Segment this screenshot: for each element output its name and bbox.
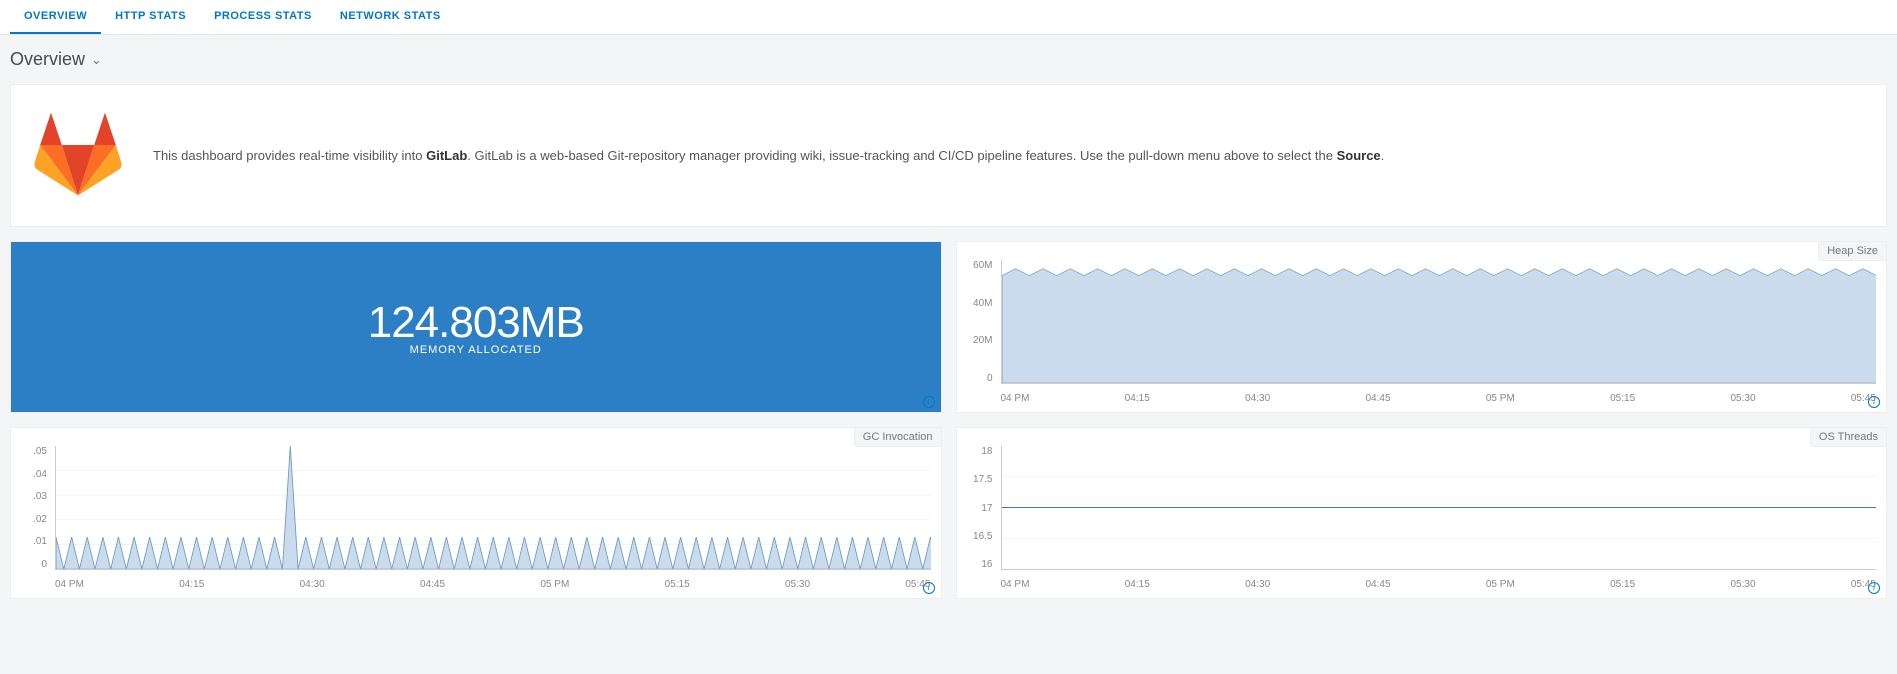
info-bold1: GitLab	[426, 148, 467, 163]
info-icon[interactable]: i	[1868, 396, 1880, 408]
info-icon[interactable]: i	[923, 396, 935, 408]
tab-bar: OVERVIEW HTTP STATS PROCESS STATS NETWOR…	[0, 0, 1897, 35]
x-axis: 04 PM04:1504:3004:4505 PM05:1505:3005:45	[1001, 579, 1877, 590]
info-card: This dashboard provides real-time visibi…	[10, 84, 1887, 227]
memory-allocated-value: 124.803MB	[368, 298, 584, 348]
gc-invocation-chart[interactable]: .05.04.03.02.010 04 PM04:1504:3004:4505 …	[11, 428, 941, 598]
plot-area	[55, 446, 931, 570]
tab-process-stats[interactable]: PROCESS STATS	[200, 0, 326, 34]
x-axis: 04 PM04:1504:3004:4505 PM05:1505:3005:45	[55, 579, 931, 590]
page-title-row: Overview ⌄	[0, 35, 1897, 84]
os-threads-chart[interactable]: 1817.51716.516 04 PM04:1504:3004:4505 PM…	[957, 428, 1887, 598]
y-axis: 60M40M20M0	[957, 260, 997, 384]
info-pre: This dashboard provides real-time visibi…	[153, 148, 426, 163]
info-bold2: Source	[1337, 148, 1381, 163]
info-icon[interactable]: i	[923, 582, 935, 594]
y-axis: .05.04.03.02.010	[11, 446, 51, 570]
chevron-down-icon: ⌄	[91, 52, 102, 68]
gitlab-logo-icon	[33, 109, 123, 202]
page-title-dropdown[interactable]: Overview ⌄	[10, 49, 102, 70]
plot-area	[1001, 260, 1877, 384]
tab-http-stats[interactable]: HTTP STATS	[101, 0, 200, 34]
memory-allocated-label: MEMORY ALLOCATED	[410, 344, 542, 356]
x-axis: 04 PM04:1504:3004:4505 PM05:1505:3005:45	[1001, 393, 1877, 404]
tab-overview[interactable]: OVERVIEW	[10, 0, 101, 34]
tab-network-stats[interactable]: NETWORK STATS	[326, 0, 455, 34]
info-text: This dashboard provides real-time visibi…	[153, 146, 1384, 166]
info-post: .	[1381, 148, 1385, 163]
y-axis: 1817.51716.516	[957, 446, 997, 570]
heap-size-chart[interactable]: 60M40M20M0 04 PM04:1504:3004:4505 PM05:1…	[957, 242, 1887, 412]
info-mid: . GitLab is a web-based Git-repository m…	[467, 148, 1336, 163]
memory-allocated-panel: 124.803MB MEMORY ALLOCATED i	[10, 241, 942, 413]
gc-invocation-panel: GC Invocation .05.04.03.02.010 04 PM04:1…	[10, 427, 942, 599]
os-threads-panel: OS Threads 1817.51716.516 04 PM04:1504:3…	[956, 427, 1888, 599]
chart-grid: 124.803MB MEMORY ALLOCATED i Heap Size 6…	[0, 241, 1897, 609]
plot-area	[1001, 446, 1877, 570]
page-title-label: Overview	[10, 49, 85, 70]
info-icon[interactable]: i	[1868, 582, 1880, 594]
heap-size-panel: Heap Size 60M40M20M0 04 PM04:1504:3004:4…	[956, 241, 1888, 413]
